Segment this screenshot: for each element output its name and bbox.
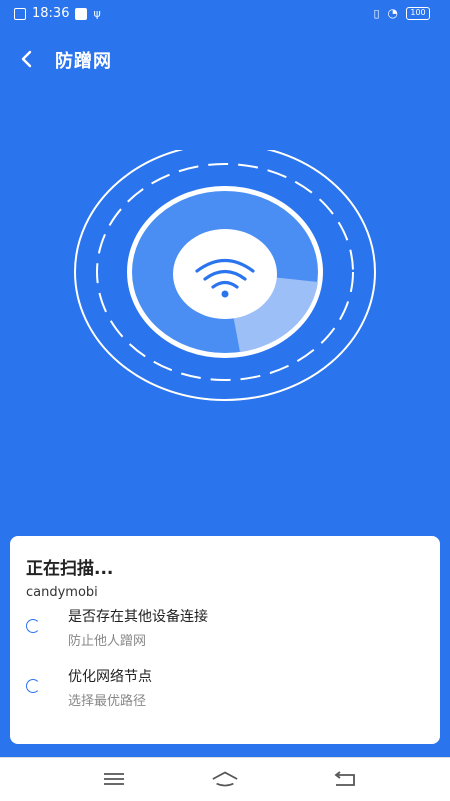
scan-heading: 正在扫描...: [26, 559, 114, 579]
network-name: candymobi: [26, 585, 98, 600]
sim-icon: [14, 7, 26, 20]
page-title: 防蹭网: [55, 51, 112, 72]
chevron-left-icon: [21, 50, 32, 68]
app-header: 防蹭网: [0, 40, 450, 80]
status-bar: 18:36 ψ ▯ ◔ 100: [0, 0, 450, 30]
scan-item-devices: 是否存在其他设备连接 防止他人蹭网: [26, 606, 426, 656]
back-button[interactable]: [16, 48, 38, 70]
vibrate-icon: ▯: [373, 6, 380, 20]
scan-item-desc: 选择最优路径: [68, 694, 147, 709]
notification-icon: [75, 7, 88, 20]
back-nav-button[interactable]: [330, 766, 358, 792]
scan-item-label: 是否存在其他设备连接: [68, 609, 208, 625]
scan-radar: [74, 150, 376, 401]
loading-spinner-icon: [26, 619, 40, 633]
system-navbar: [0, 757, 450, 801]
center-oval: [173, 229, 277, 319]
scan-card: 正在扫描... candymobi 是否存在其他设备连接 防止他人蹭网 优化网络…: [10, 536, 440, 744]
back-arrow-icon: [334, 771, 355, 786]
usb-icon: ψ: [93, 7, 101, 20]
wifi-dot: [221, 290, 229, 298]
battery-icon: 100: [406, 6, 430, 20]
scan-item-desc: 防止他人蹭网: [68, 634, 147, 649]
menu-icon: [104, 773, 124, 785]
home-button[interactable]: [211, 766, 239, 792]
scan-item-optimize: 优化网络节点 选择最优路径: [26, 666, 426, 716]
status-time: 18:36: [32, 6, 70, 21]
home-icon: [212, 771, 238, 787]
wifi-icon: ◔: [387, 6, 398, 20]
menu-button[interactable]: [100, 766, 128, 792]
loading-spinner-icon: [26, 679, 40, 693]
scan-item-label: 优化网络节点: [68, 669, 152, 685]
